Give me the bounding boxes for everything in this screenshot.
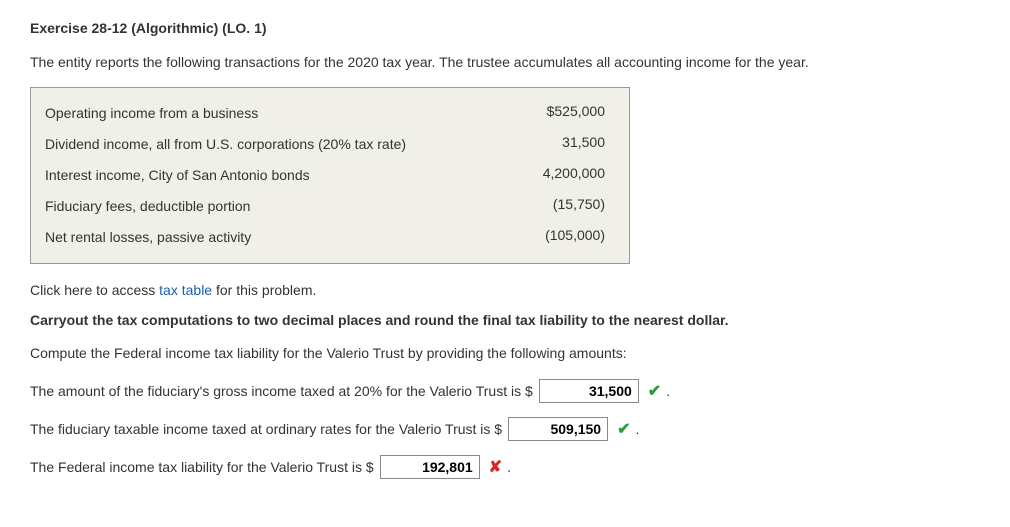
answer-input-2[interactable] <box>508 417 608 441</box>
table-row: Net rental losses, passive activity (105… <box>45 222 615 253</box>
period: . <box>635 421 639 437</box>
transactions-table: Operating income from a business $525,00… <box>30 87 630 264</box>
answer-text: The Federal income tax liability for the… <box>30 459 374 475</box>
answer-line-2: The fiduciary taxable income taxed at or… <box>30 417 980 441</box>
answer-line-1: The amount of the fiduciary's gross inco… <box>30 379 980 403</box>
period: . <box>507 459 511 475</box>
row-value: (15,750) <box>495 196 615 212</box>
cross-icon: ✘ <box>489 457 502 477</box>
row-label: Operating income from a business <box>45 103 495 124</box>
answer-text: The amount of the fiduciary's gross inco… <box>30 383 533 399</box>
compute-instruction: Compute the Federal income tax liability… <box>30 345 980 361</box>
row-value: 31,500 <box>495 134 615 150</box>
check-icon: ✔ <box>648 381 661 401</box>
table-row: Dividend income, all from U.S. corporati… <box>45 129 615 160</box>
tax-table-link[interactable]: tax table <box>159 282 212 298</box>
answer-line-3: The Federal income tax liability for the… <box>30 455 980 479</box>
exercise-heading: Exercise 28-12 (Algorithmic) (LO. 1) <box>30 20 980 36</box>
row-label: Fiduciary fees, deductible portion <box>45 196 495 217</box>
rounding-instruction: Carryout the tax computations to two dec… <box>30 310 980 331</box>
check-icon: ✔ <box>617 419 630 439</box>
answer-text: The fiduciary taxable income taxed at or… <box>30 421 502 437</box>
table-row: Operating income from a business $525,00… <box>45 98 615 129</box>
table-row: Fiduciary fees, deductible portion (15,7… <box>45 191 615 222</box>
row-value: 4,200,000 <box>495 165 615 181</box>
intro-text: The entity reports the following transac… <box>30 52 980 73</box>
answer-input-3[interactable] <box>380 455 480 479</box>
answer-input-1[interactable] <box>539 379 639 403</box>
row-value: (105,000) <box>495 227 615 243</box>
link-suffix: for this problem. <box>212 282 316 298</box>
row-label: Net rental losses, passive activity <box>45 227 495 248</box>
row-label: Interest income, City of San Antonio bon… <box>45 165 495 186</box>
period: . <box>666 383 670 399</box>
tax-table-link-line: Click here to access tax table for this … <box>30 282 980 298</box>
row-value: $525,000 <box>495 103 615 119</box>
row-label: Dividend income, all from U.S. corporati… <box>45 134 495 155</box>
table-row: Interest income, City of San Antonio bon… <box>45 160 615 191</box>
link-prefix: Click here to access <box>30 282 159 298</box>
